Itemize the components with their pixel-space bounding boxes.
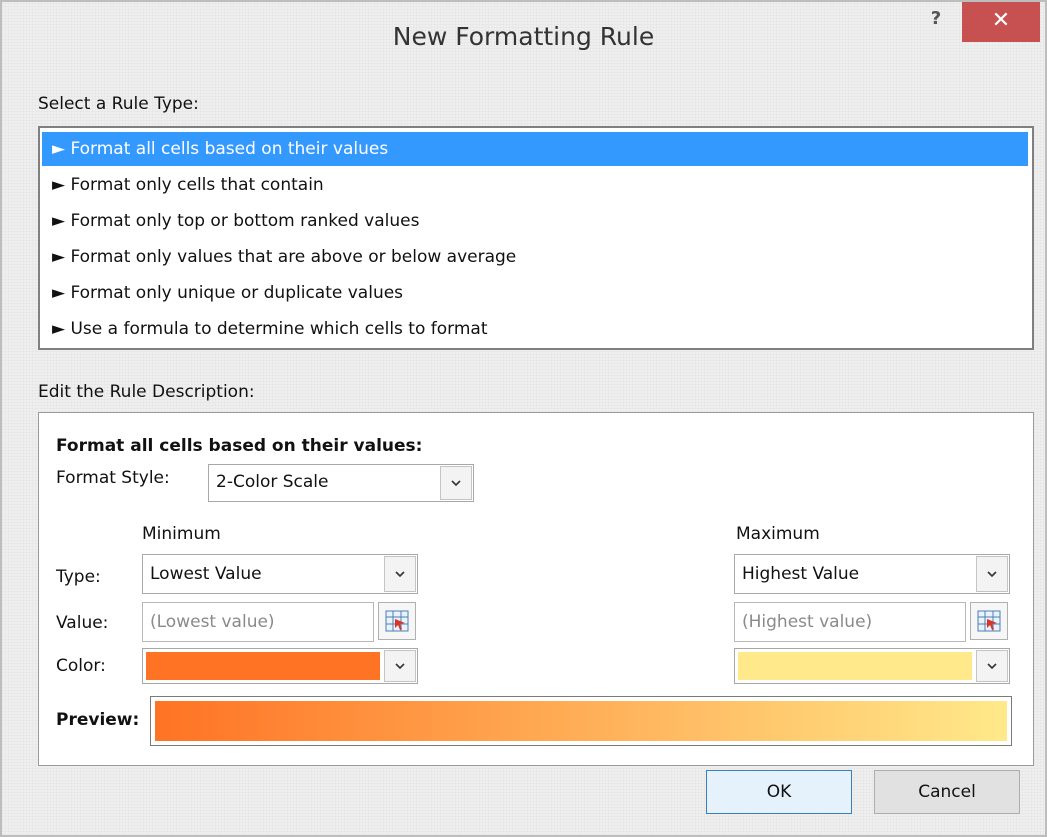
maximum-color-dropdown-button[interactable] bbox=[976, 650, 1008, 682]
format-style-value: 2-Color Scale bbox=[216, 472, 329, 492]
type-label: Type: bbox=[56, 567, 101, 587]
help-button[interactable]: ? bbox=[922, 6, 950, 36]
minimum-value-input[interactable]: (Lowest value) bbox=[142, 602, 374, 642]
rule-type-item-all-cells[interactable]: ► Format all cells based on their values bbox=[42, 132, 1028, 166]
chevron-down-icon bbox=[395, 663, 405, 670]
rule-type-item-formula[interactable]: ► Use a formula to determine which cells… bbox=[42, 312, 1028, 346]
maximum-header: Maximum bbox=[736, 524, 820, 544]
color-label: Color: bbox=[56, 656, 106, 676]
title-bar: New Formatting Rule ? ✕ bbox=[2, 2, 1045, 80]
maximum-type-dropdown-button[interactable] bbox=[976, 556, 1008, 592]
maximum-value-input[interactable]: (Highest value) bbox=[734, 602, 966, 642]
minimum-color-dropdown-button[interactable] bbox=[384, 650, 416, 682]
rule-type-label: Select a Rule Type: bbox=[38, 94, 199, 114]
chevron-down-icon bbox=[987, 571, 997, 578]
cell-reference-picker-icon bbox=[385, 610, 409, 632]
dialog-title: New Formatting Rule bbox=[392, 22, 655, 51]
maximum-color-swatch bbox=[738, 652, 972, 680]
rule-type-list[interactable]: ► Format all cells based on their values… bbox=[38, 126, 1034, 350]
format-style-select[interactable]: 2-Color Scale bbox=[208, 464, 474, 502]
format-style-dropdown-button[interactable] bbox=[440, 466, 472, 500]
maximum-color-select[interactable] bbox=[734, 648, 1010, 684]
preview-box bbox=[150, 696, 1012, 746]
minimum-type-select[interactable]: Lowest Value bbox=[142, 554, 418, 594]
preview-label: Preview: bbox=[56, 710, 140, 730]
preview-gradient bbox=[155, 701, 1007, 741]
close-button[interactable]: ✕ bbox=[962, 2, 1040, 42]
cell-reference-picker-icon bbox=[977, 610, 1001, 632]
minimum-type-dropdown-button[interactable] bbox=[384, 556, 416, 592]
minimum-color-swatch bbox=[146, 652, 380, 680]
rule-type-item-unique-duplicate[interactable]: ► Format only unique or duplicate values bbox=[42, 276, 1028, 310]
description-heading: Format all cells based on their values: bbox=[56, 436, 423, 456]
chevron-down-icon bbox=[987, 663, 997, 670]
minimum-color-select[interactable] bbox=[142, 648, 418, 684]
maximum-value-picker-button[interactable] bbox=[970, 602, 1008, 640]
minimum-value-picker-button[interactable] bbox=[378, 602, 416, 640]
maximum-type-select[interactable]: Highest Value bbox=[734, 554, 1010, 594]
minimum-type-value: Lowest Value bbox=[150, 564, 262, 584]
rule-type-item-top-bottom[interactable]: ► Format only top or bottom ranked value… bbox=[42, 204, 1028, 238]
maximum-type-value: Highest Value bbox=[742, 564, 860, 584]
value-label: Value: bbox=[56, 613, 109, 633]
rule-description-label: Edit the Rule Description: bbox=[38, 382, 255, 402]
rule-type-item-cells-contain[interactable]: ► Format only cells that contain bbox=[42, 168, 1028, 202]
rule-type-item-above-below-average[interactable]: ► Format only values that are above or b… bbox=[42, 240, 1028, 274]
chevron-down-icon bbox=[395, 571, 405, 578]
ok-button[interactable]: OK bbox=[706, 770, 852, 814]
chevron-down-icon bbox=[451, 480, 461, 487]
new-formatting-rule-dialog: New Formatting Rule ? ✕ Select a Rule Ty… bbox=[0, 0, 1047, 837]
format-style-label: Format Style: bbox=[56, 468, 170, 488]
minimum-header: Minimum bbox=[142, 524, 221, 544]
cancel-button[interactable]: Cancel bbox=[874, 770, 1020, 814]
